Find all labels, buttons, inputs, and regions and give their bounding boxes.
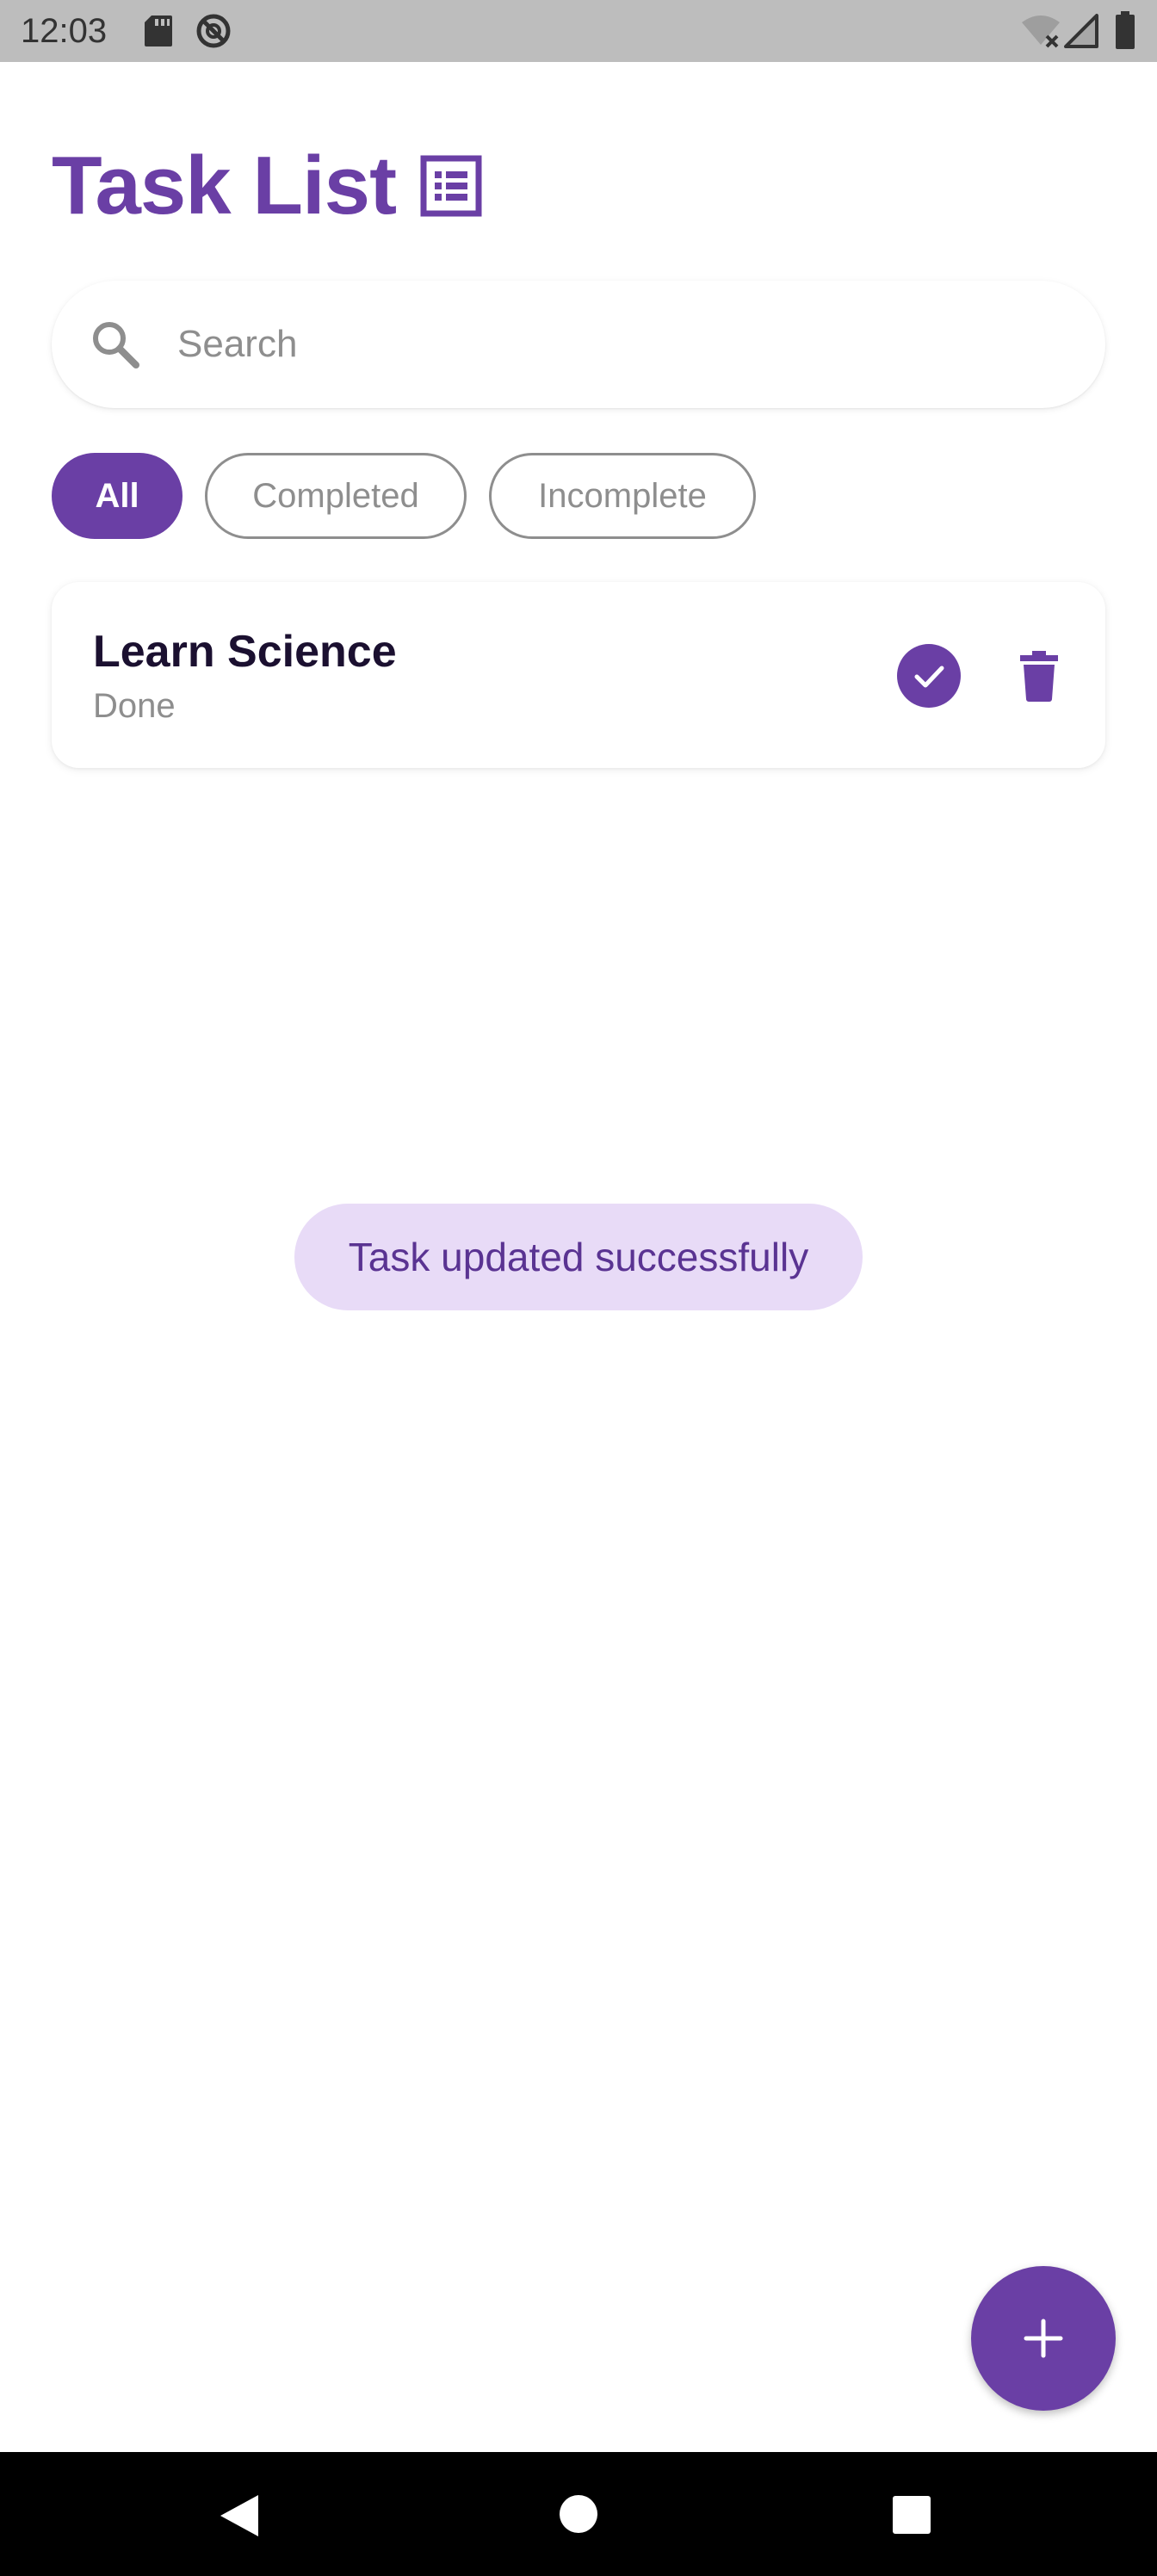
wifi-off-icon xyxy=(1022,15,1060,48)
back-icon[interactable] xyxy=(217,2493,262,2538)
signal-icon xyxy=(1064,14,1098,48)
search-bar[interactable] xyxy=(52,281,1105,408)
sync-blocked-icon xyxy=(196,14,231,48)
task-status: Done xyxy=(93,687,176,725)
filter-chip-completed[interactable]: Completed xyxy=(205,453,467,539)
delete-icon[interactable] xyxy=(1007,644,1071,708)
filter-chip-incomplete[interactable]: Incomplete xyxy=(489,453,756,539)
plus-icon xyxy=(1024,2319,1063,2358)
status-time: 12:03 xyxy=(21,12,108,50)
sd-card-icon xyxy=(145,15,172,46)
search-icon xyxy=(93,322,139,368)
recents-icon[interactable] xyxy=(892,2495,931,2535)
page-title: Task List xyxy=(52,139,397,232)
filter-chip-all[interactable]: All xyxy=(52,453,183,539)
task-card[interactable]: Learn Science Done xyxy=(52,582,1105,768)
check-circle-icon[interactable] xyxy=(897,644,961,708)
toast-message: Task updated successfully xyxy=(294,1204,863,1310)
battery-icon xyxy=(1116,11,1135,49)
home-icon[interactable] xyxy=(560,2495,597,2533)
add-task-button[interactable] xyxy=(971,2266,1116,2411)
navigation-bar xyxy=(0,2452,1157,2576)
list-icon xyxy=(420,155,482,217)
task-title: Learn Science xyxy=(93,627,397,677)
search-input[interactable] xyxy=(177,310,1073,379)
status-bar: 12:03 xyxy=(0,0,1157,62)
